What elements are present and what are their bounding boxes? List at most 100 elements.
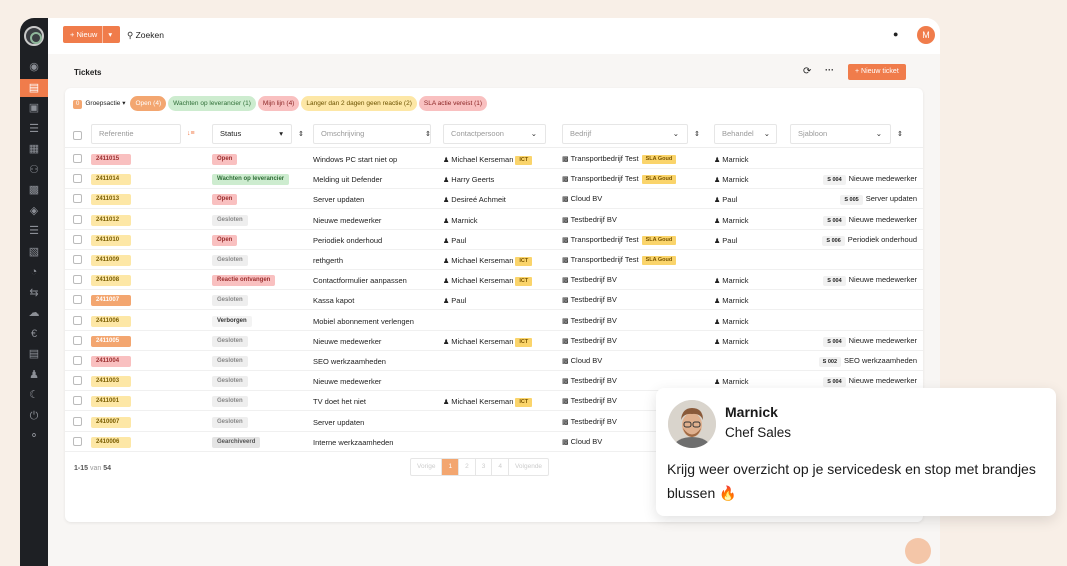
ticket-description[interactable]: Server updaten bbox=[313, 195, 364, 204]
group-action-dropdown[interactable]: 0 Groepsactie ▾ bbox=[73, 96, 128, 111]
row-checkbox[interactable] bbox=[73, 335, 82, 345]
ticket-reference[interactable]: 2411005 bbox=[91, 335, 131, 347]
moon-icon[interactable]: ☾ bbox=[25, 386, 43, 404]
calendar-icon[interactable]: ▦ bbox=[25, 140, 43, 158]
bulb-icon[interactable]: ⚬ bbox=[25, 427, 43, 445]
ticket-description[interactable]: Periodiek onderhoud bbox=[313, 236, 382, 245]
row-checkbox[interactable] bbox=[73, 295, 82, 305]
contact-filter-select[interactable]: Contactpersoon ⌄ bbox=[443, 124, 546, 144]
search-input[interactable]: ⚲ Zoeken bbox=[127, 30, 164, 41]
row-checkbox[interactable] bbox=[73, 194, 82, 204]
status-filter-select[interactable]: Status ▾ bbox=[212, 124, 292, 144]
ticket-reference[interactable]: 2411001 bbox=[91, 396, 131, 408]
filter-chip[interactable]: Open (4) bbox=[130, 96, 167, 111]
ticket-reference[interactable]: 2411015 bbox=[91, 154, 131, 165]
chart-icon[interactable]: ▤ bbox=[25, 345, 43, 363]
building-icon[interactable]: ▩ bbox=[25, 181, 43, 199]
row-checkbox[interactable] bbox=[73, 396, 82, 406]
row-checkbox[interactable] bbox=[73, 275, 82, 285]
refresh-icon[interactable]: ⟳ bbox=[803, 66, 811, 77]
filter-chip[interactable]: Mijn lijn (4) bbox=[257, 96, 300, 111]
ticket-description[interactable]: Kassa kapot bbox=[313, 296, 354, 305]
ticket-reference[interactable]: 2411014 bbox=[91, 174, 131, 186]
sort-icon[interactable]: ⇕ bbox=[694, 130, 700, 138]
ticket-reference[interactable]: 2411006 bbox=[91, 315, 131, 327]
document-icon[interactable]: ▧ bbox=[25, 243, 43, 261]
ticket-description[interactable]: TV doet het niet bbox=[313, 397, 366, 406]
more-icon[interactable]: ··· bbox=[825, 65, 834, 75]
row-checkbox[interactable] bbox=[73, 436, 82, 446]
row-checkbox[interactable] bbox=[73, 315, 82, 325]
ticket-reference[interactable]: 2411009 bbox=[91, 255, 131, 266]
clock-icon[interactable]: ◔ bbox=[25, 263, 43, 281]
sort-icon[interactable]: ⇕ bbox=[425, 130, 431, 138]
pagination-page-button[interactable]: 4 bbox=[492, 459, 509, 475]
ticket-reference[interactable]: 2411010 bbox=[91, 234, 131, 246]
reference-filter-input[interactable]: Referentie bbox=[91, 124, 181, 144]
ticket-description[interactable]: Contactformulier aanpassen bbox=[313, 276, 407, 285]
ticket-reference[interactable]: 2411007 bbox=[91, 295, 131, 307]
ticket-reference[interactable]: 2411003 bbox=[91, 376, 131, 388]
row-checkbox[interactable] bbox=[73, 154, 82, 163]
company-filter-select[interactable]: Bedrijf ⌄ bbox=[562, 124, 688, 144]
ticket-reference[interactable]: 2410007 bbox=[91, 416, 131, 428]
row-checkbox[interactable] bbox=[73, 255, 82, 264]
ticket-description[interactable]: Melding uit Defender bbox=[313, 175, 382, 184]
globe-icon[interactable]: ◉ bbox=[25, 58, 43, 76]
logo-icon[interactable] bbox=[24, 26, 44, 46]
table-row[interactable]: 2411004 Gesloten SEO werkzaamheden ▩ Cloud B… bbox=[65, 351, 923, 371]
users-icon[interactable]: ⚇ bbox=[25, 161, 43, 179]
table-row[interactable]: 2411012 Gesloten Nieuwe medewerker ♟ Marnick… bbox=[65, 210, 923, 230]
filter-chip[interactable]: Wachten op leverancier (1) bbox=[168, 96, 256, 111]
chevron-down-icon[interactable]: ▾ bbox=[102, 26, 112, 43]
pagination-page-button[interactable]: 3 bbox=[476, 459, 493, 475]
select-all-checkbox[interactable] bbox=[73, 131, 82, 140]
filter-chip[interactable]: Langer dan 2 dagen geen reactie (2) bbox=[301, 96, 417, 111]
chat-launcher-icon[interactable] bbox=[905, 538, 931, 564]
ticket-description[interactable]: rethgerth bbox=[313, 256, 343, 265]
table-row[interactable]: 2411008 Reactie ontvangen Contactformulier… bbox=[65, 270, 923, 291]
pagination-page-button[interactable]: 1 bbox=[442, 459, 460, 475]
repeat-icon[interactable]: ⇆ bbox=[25, 284, 43, 302]
chat-icon[interactable]: ▤ bbox=[20, 78, 48, 97]
new-button[interactable]: + Nieuw ▾ bbox=[63, 26, 121, 43]
list-alt-icon[interactable]: ☰ bbox=[25, 222, 43, 240]
table-row[interactable]: 2411014 Wachten op leverancier Melding uit… bbox=[65, 169, 923, 190]
ticket-description[interactable]: Interne werkzaamheden bbox=[313, 438, 393, 447]
sort-desc-icon[interactable]: ↓≡ bbox=[187, 130, 195, 137]
ticket-description[interactable]: Server updaten bbox=[313, 418, 364, 427]
ticket-reference[interactable]: 2411012 bbox=[91, 214, 131, 226]
description-filter-input[interactable]: Omschrijving bbox=[313, 124, 431, 144]
pagination-page-button[interactable]: 2 bbox=[459, 459, 476, 475]
pagination-prev-button[interactable]: Vorige bbox=[411, 459, 443, 475]
ticket-reference[interactable]: 2411004 bbox=[91, 356, 131, 367]
bell-icon[interactable]: ● bbox=[893, 29, 898, 39]
ticket-description[interactable]: Mobiel abonnement verlengen bbox=[313, 317, 414, 326]
ticket-reference[interactable]: 2411013 bbox=[91, 194, 131, 206]
pagination-next-button[interactable]: Volgende bbox=[509, 459, 548, 475]
ticket-description[interactable]: Nieuwe medewerker bbox=[313, 337, 381, 346]
table-row[interactable]: 2411015 Open Windows PC start niet op ♟ Mich… bbox=[65, 149, 923, 169]
network-icon[interactable]: ◈ bbox=[25, 202, 43, 220]
row-checkbox[interactable] bbox=[73, 174, 82, 184]
table-row[interactable]: 2411010 Open Periodiek onderhoud ♟ Paul ▩ Tran… bbox=[65, 230, 923, 250]
row-checkbox[interactable] bbox=[73, 356, 82, 365]
briefcase-icon[interactable]: ▣ bbox=[25, 99, 43, 117]
ticket-description[interactable]: Windows PC start niet op bbox=[313, 155, 397, 164]
user-icon[interactable]: ♟ bbox=[25, 366, 43, 384]
power-icon[interactable]: ⏻ bbox=[25, 407, 43, 425]
handler-filter-select[interactable]: Behandel ⌄ bbox=[714, 124, 777, 144]
template-filter-select[interactable]: Sjabloon ⌄ bbox=[790, 124, 891, 144]
table-row[interactable]: 2411007 Gesloten Kassa kapot ♟ Paul ▩ Testbedr… bbox=[65, 290, 923, 311]
row-checkbox[interactable] bbox=[73, 214, 82, 224]
row-checkbox[interactable] bbox=[73, 376, 82, 386]
row-checkbox[interactable] bbox=[73, 416, 82, 426]
sort-icon[interactable]: ⇕ bbox=[298, 130, 304, 138]
ticket-description[interactable]: Nieuwe medewerker bbox=[313, 216, 381, 225]
ticket-reference[interactable]: 2411008 bbox=[91, 275, 131, 287]
table-row[interactable]: 2411009 Gesloten rethgerth ♟ Michael Kersema… bbox=[65, 250, 923, 270]
avatar[interactable]: M bbox=[917, 26, 935, 44]
table-row[interactable]: 2411006 Verborgen Mobiel abonnement verlen… bbox=[65, 311, 923, 331]
list-icon[interactable]: ☰ bbox=[25, 120, 43, 138]
new-ticket-button[interactable]: + Nieuw ticket bbox=[848, 64, 906, 80]
